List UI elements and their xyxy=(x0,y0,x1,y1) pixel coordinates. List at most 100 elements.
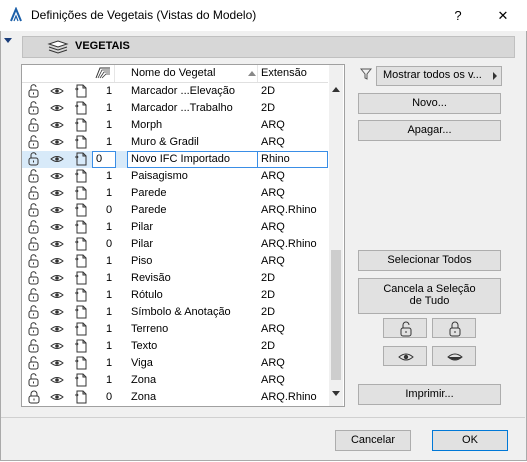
table-row[interactable]: 1 Parede ARQ xyxy=(22,185,328,202)
eye-icon[interactable] xyxy=(50,339,64,353)
scroll-thumb[interactable] xyxy=(331,250,341,380)
wireframe-icon[interactable] xyxy=(74,237,88,251)
wireframe-icon[interactable] xyxy=(74,271,88,285)
row-name-field[interactable]: Novo IFC Importado xyxy=(131,153,230,165)
table-row[interactable]: 1 Viga ARQ xyxy=(22,355,328,372)
wireframe-icon[interactable] xyxy=(74,288,88,302)
print-button[interactable]: Imprimir... xyxy=(358,384,501,405)
unlock-icon[interactable] xyxy=(27,305,41,319)
section-header[interactable]: VEGETAIS xyxy=(22,36,515,58)
wireframe-icon[interactable] xyxy=(74,169,88,183)
wireframe-icon[interactable] xyxy=(74,220,88,234)
eye-icon[interactable] xyxy=(50,322,64,336)
table-row[interactable]: 1 Zona ARQ xyxy=(22,372,328,389)
unlock-icon[interactable] xyxy=(27,220,41,234)
wireframe-icon[interactable] xyxy=(74,339,88,353)
column-header-extension[interactable]: Extensão xyxy=(261,67,307,79)
unlock-icon[interactable] xyxy=(27,169,41,183)
table-row[interactable]: 1 Pilar ARQ xyxy=(22,219,328,236)
unlock-icon[interactable] xyxy=(27,84,41,98)
eye-icon[interactable] xyxy=(50,152,64,166)
unlock-icon[interactable] xyxy=(27,101,41,115)
unlock-icon[interactable] xyxy=(27,203,41,217)
eye-icon[interactable] xyxy=(50,135,64,149)
eye-icon[interactable] xyxy=(50,186,64,200)
eye-icon[interactable] xyxy=(50,373,64,387)
unlock-all-button[interactable] xyxy=(383,318,427,338)
eye-icon[interactable] xyxy=(50,101,64,115)
wireframe-icon[interactable] xyxy=(74,390,88,404)
row-extension-field[interactable]: Rhino xyxy=(261,153,290,165)
unlock-icon[interactable] xyxy=(27,271,41,285)
eye-icon[interactable] xyxy=(50,169,64,183)
unlock-icon[interactable] xyxy=(27,254,41,268)
table-row[interactable]: 1 Texto 2D xyxy=(22,338,328,355)
unlock-icon[interactable] xyxy=(27,152,41,166)
delete-button[interactable]: Apagar... xyxy=(358,120,501,141)
column-header-name[interactable]: Nome do Vegetal xyxy=(131,67,215,79)
wireframe-icon[interactable] xyxy=(74,135,88,149)
hide-all-button[interactable] xyxy=(432,346,476,366)
unlock-icon[interactable] xyxy=(27,186,41,200)
wireframe-icon[interactable] xyxy=(74,152,88,166)
wireframe-icon[interactable] xyxy=(74,305,88,319)
wireframe-icon[interactable] xyxy=(74,254,88,268)
table-row[interactable]: 1 Morph ARQ xyxy=(22,117,328,134)
help-button[interactable]: ? xyxy=(436,2,480,29)
table-row[interactable]: 1 Símbolo & Anotação 2D xyxy=(22,304,328,321)
table-row[interactable]: 0 Novo IFC Importado Rhino xyxy=(22,151,328,168)
eye-icon[interactable] xyxy=(50,356,64,370)
ok-button[interactable]: OK xyxy=(432,430,508,451)
unlock-icon[interactable] xyxy=(27,135,41,149)
select-all-button[interactable]: Selecionar Todos xyxy=(358,250,501,271)
lock-icon[interactable] xyxy=(27,390,41,404)
eye-icon[interactable] xyxy=(50,254,64,268)
filter-dropdown[interactable]: Mostrar todos os v... xyxy=(376,66,502,86)
deselect-all-button[interactable]: Cancela a Seleção de Tudo xyxy=(358,278,501,314)
scroll-down-icon[interactable] xyxy=(332,391,340,396)
table-row[interactable]: 1 Marcador ...Trabalho 2D xyxy=(22,100,328,117)
layers-table[interactable]: Nome do Vegetal Extensão 1 Marcador ...El… xyxy=(21,64,345,407)
close-button[interactable]: ✕ xyxy=(481,2,525,29)
wireframe-icon[interactable] xyxy=(74,118,88,132)
table-row[interactable]: 1 Terreno ARQ xyxy=(22,321,328,338)
eye-icon[interactable] xyxy=(50,305,64,319)
eye-icon[interactable] xyxy=(50,118,64,132)
table-row[interactable]: 0 Zona ARQ.Rhino xyxy=(22,389,328,406)
table-row[interactable]: 0 Parede ARQ.Rhino xyxy=(22,202,328,219)
unlock-icon[interactable] xyxy=(27,288,41,302)
table-row[interactable]: 0 Pilar ARQ.Rhino xyxy=(22,236,328,253)
unlock-icon[interactable] xyxy=(27,373,41,387)
table-row[interactable]: 1 Revisão 2D xyxy=(22,270,328,287)
unlock-icon[interactable] xyxy=(27,322,41,336)
show-all-button[interactable] xyxy=(383,346,427,366)
cancel-button[interactable]: Cancelar xyxy=(335,430,411,451)
unlock-icon[interactable] xyxy=(27,356,41,370)
table-row[interactable]: 1 Paisagismo ARQ xyxy=(22,168,328,185)
lock-all-button[interactable] xyxy=(432,318,476,338)
wireframe-icon[interactable] xyxy=(74,186,88,200)
row-count[interactable]: 0 xyxy=(96,153,108,165)
vertical-scrollbar[interactable] xyxy=(329,65,343,406)
eye-icon[interactable] xyxy=(50,220,64,234)
wireframe-icon[interactable] xyxy=(74,101,88,115)
wireframe-icon[interactable] xyxy=(74,203,88,217)
unlock-icon[interactable] xyxy=(27,339,41,353)
new-button[interactable]: Novo... xyxy=(358,93,501,114)
eye-icon[interactable] xyxy=(50,203,64,217)
eye-icon[interactable] xyxy=(50,390,64,404)
unlock-icon[interactable] xyxy=(27,118,41,132)
eye-icon[interactable] xyxy=(50,288,64,302)
table-row[interactable]: 1 Muro & Gradil ARQ xyxy=(22,134,328,151)
scroll-up-icon[interactable] xyxy=(332,87,340,92)
table-row[interactable]: 1 Marcador ...Elevação 2D xyxy=(22,83,328,100)
wireframe-icon[interactable] xyxy=(74,322,88,336)
wireframe-icon[interactable] xyxy=(74,373,88,387)
collapse-arrow-icon[interactable] xyxy=(4,38,12,43)
wireframe-icon[interactable] xyxy=(74,84,88,98)
table-row[interactable]: 1 Piso ARQ xyxy=(22,253,328,270)
unlock-icon[interactable] xyxy=(27,237,41,251)
table-row[interactable]: 1 Rótulo 2D xyxy=(22,287,328,304)
eye-icon[interactable] xyxy=(50,84,64,98)
wireframe-icon[interactable] xyxy=(74,356,88,370)
